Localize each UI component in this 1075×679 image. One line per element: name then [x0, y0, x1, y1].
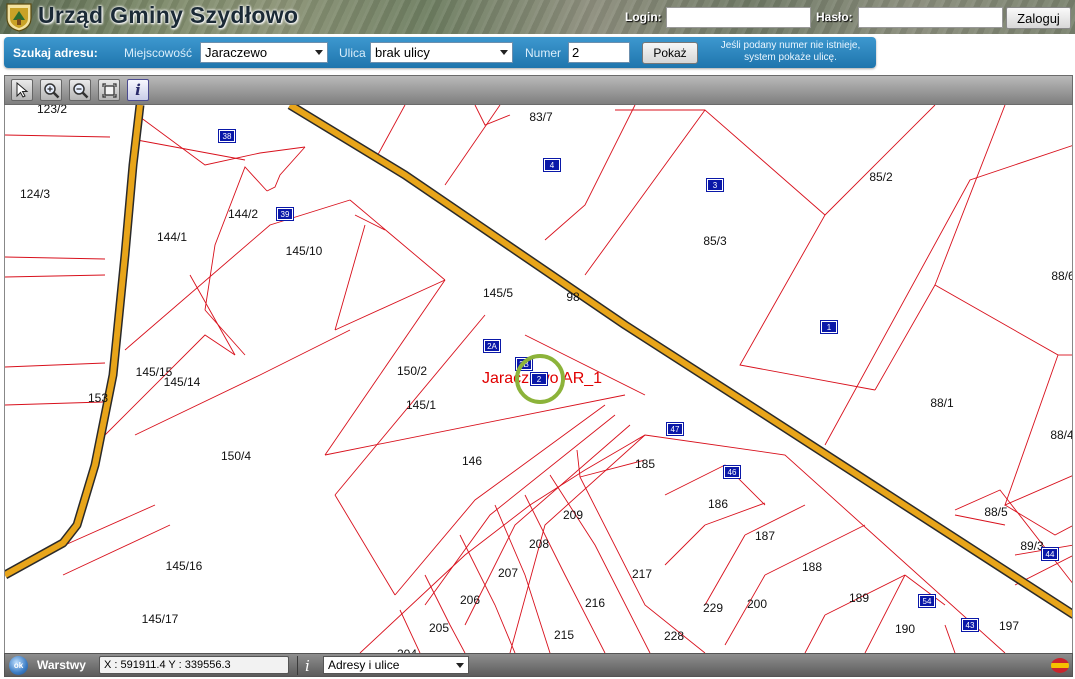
show-button[interactable]: Pokaż — [642, 42, 698, 64]
locality-select[interactable]: Jaraczewo — [200, 42, 328, 63]
parcel-label: 89/3 — [1020, 539, 1044, 553]
map-toolbar: i — [4, 75, 1073, 105]
info-icon[interactable]: i — [305, 657, 310, 675]
locality-value: Jaraczewo — [205, 45, 268, 60]
chevron-down-icon — [456, 663, 464, 668]
password-label: Hasło: — [816, 10, 853, 24]
info-tool-button[interactable]: i — [127, 79, 149, 101]
layers-label[interactable]: Warstwy — [37, 658, 86, 672]
house-number-badge[interactable]: 1 — [820, 320, 838, 334]
parcel-label: 188 — [801, 560, 823, 574]
road-outline-west — [5, 105, 145, 579]
parcel-label: 206 — [459, 593, 481, 607]
parcel-label: 153 — [87, 391, 109, 405]
number-label: Numer — [525, 46, 562, 60]
login-button[interactable]: Zaloguj — [1006, 7, 1071, 29]
map-canvas[interactable]: 123/2 124/3 144/1 144/2 145/10 83/7 85/2… — [4, 105, 1073, 653]
parcel-label: 124/3 — [19, 187, 51, 201]
chevron-down-icon — [315, 50, 323, 55]
street-select[interactable]: brak ulicy — [370, 42, 513, 63]
street-value: brak ulicy — [375, 45, 430, 60]
parcel-label: 145/5 — [482, 286, 514, 300]
ok-button[interactable]: ok — [9, 656, 28, 675]
info-icon: i — [135, 81, 141, 99]
parcel-label: 207 — [497, 566, 519, 580]
chevron-down-icon — [500, 50, 508, 55]
zoom-out-button[interactable] — [69, 79, 91, 101]
parcel-label: 144/1 — [156, 230, 188, 244]
house-number-badge[interactable]: 2A — [483, 339, 501, 353]
full-extent-icon — [101, 82, 117, 98]
house-number-badge[interactable]: 44 — [1041, 547, 1059, 561]
language-flag-icon[interactable] — [1051, 658, 1069, 673]
parcel-label: 145/1 — [405, 398, 437, 412]
house-number-badge[interactable]: 3 — [706, 178, 724, 192]
parcel-label: 208 — [528, 537, 550, 551]
parcel-label: 85/2 — [869, 170, 893, 184]
coat-of-arms-icon — [6, 3, 32, 32]
full-extent-button[interactable] — [98, 79, 120, 101]
parcel-label: 187 — [754, 529, 776, 543]
page-title: Urząd Gminy Szydłowo — [38, 2, 299, 28]
locality-label: Miejscowość — [124, 46, 193, 60]
layer-select-value: Adresy i ulice — [328, 658, 400, 672]
address-search-bar: Szukaj adresu: Miejscowość Jaraczewo Uli… — [4, 37, 876, 68]
coordinates-readout: X : 591911.4 Y : 339556.3 — [99, 656, 289, 674]
gis-app: Urząd Gminy Szydłowo Login: Hasło: Zalog… — [0, 0, 1075, 679]
login-input[interactable] — [666, 7, 811, 28]
pointer-tool-button[interactable] — [11, 79, 33, 101]
parcel-label: 209 — [562, 508, 584, 522]
divider — [297, 656, 298, 675]
parcel-label: 217 — [631, 567, 653, 581]
parcel-label: 145/16 — [165, 559, 203, 573]
status-bar: ok Warstwy X : 591911.4 Y : 339556.3 i A… — [4, 653, 1073, 677]
search-hint: Jeśli podany numer nie istnieje, system … — [720, 40, 861, 63]
parcel-label: 88/1 — [930, 396, 954, 410]
house-number-badge[interactable]: 54 — [918, 594, 936, 608]
house-number-badge[interactable]: 38 — [218, 129, 236, 143]
header: Urząd Gminy Szydłowo Login: Hasło: Zalog… — [0, 0, 1075, 34]
parcel-label: 144/2 — [227, 207, 259, 221]
pointer-icon — [16, 82, 29, 98]
parcel-label: 216 — [584, 596, 606, 610]
parcel-label: 228 — [663, 629, 685, 643]
parcel-label: 190 — [894, 622, 916, 636]
password-input[interactable] — [858, 7, 1003, 28]
house-number-badge[interactable]: 46 — [723, 465, 741, 479]
parcel-label: 145/14 — [163, 375, 201, 389]
parcel-label: 85/3 — [703, 234, 727, 248]
parcel-label: 123/2 — [36, 105, 68, 116]
zoom-out-icon — [72, 82, 88, 98]
parcel-label: 186 — [707, 497, 729, 511]
house-number-badge[interactable]: 4 — [543, 158, 561, 172]
parcel-label: 189 — [848, 591, 870, 605]
zoom-in-button[interactable] — [40, 79, 62, 101]
parcel-label: 150/4 — [220, 449, 252, 463]
login-label: Login: — [625, 10, 662, 24]
parcel-label: 215 — [553, 628, 575, 642]
parcel-label: 83/7 — [529, 110, 553, 124]
house-number-badge[interactable]: 39 — [276, 207, 294, 221]
parcel-label: 185 — [634, 457, 656, 471]
street-label: Ulica — [339, 46, 366, 60]
parcel-label: 229 — [702, 601, 724, 615]
parcel-label: 205 — [428, 621, 450, 635]
layer-select[interactable]: Adresy i ulice — [323, 656, 469, 674]
parcel-label: 145/17 — [141, 612, 179, 626]
parcel-label: 197 — [998, 619, 1020, 633]
parcel-label: 88/6 — [1051, 269, 1073, 283]
parcel-label: 150/2 — [396, 364, 428, 378]
number-input[interactable] — [568, 42, 630, 63]
parcel-label: 200 — [746, 597, 768, 611]
parcel-label: 146 — [461, 454, 483, 468]
parcel-label: 145/10 — [285, 244, 323, 258]
search-label: Szukaj adresu: — [13, 46, 98, 60]
zoom-in-icon — [43, 82, 59, 98]
house-number-badge[interactable]: 47 — [666, 422, 684, 436]
parcel-label: 88/5 — [984, 505, 1008, 519]
parcel-label: 88/4 — [1050, 428, 1073, 442]
house-number-badge[interactable]: 43 — [961, 618, 979, 632]
parcel-label: 98 — [566, 290, 580, 304]
house-number-badge[interactable]: 2 — [530, 372, 548, 386]
